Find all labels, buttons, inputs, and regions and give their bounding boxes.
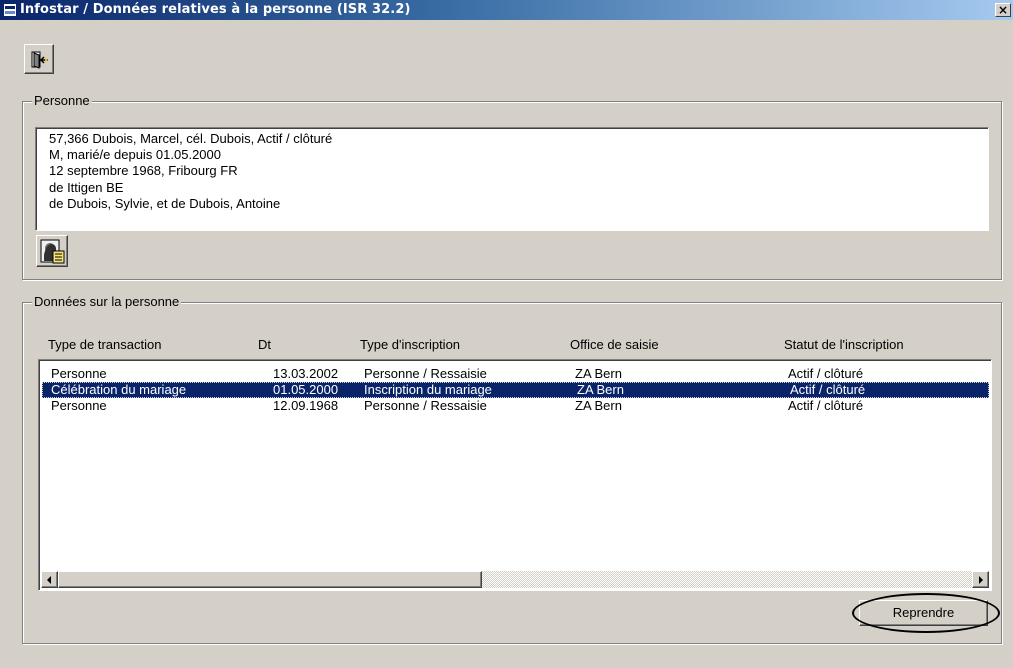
person-photo-icon [40, 239, 65, 264]
window-title: Infostar / Données relatives à la person… [20, 2, 411, 17]
cell-office-saisie: ZA Bern [575, 398, 622, 413]
arrow-right-icon [979, 576, 983, 584]
cell-office-saisie: ZA Bern [575, 366, 622, 381]
cell-dt: 01.05.2000 [273, 382, 339, 397]
cell-statut: Actif / clôturé [790, 382, 866, 397]
app-window-icon[interactable] [3, 3, 17, 17]
personne-line: M, marié/e depuis 01.05.2000 [49, 147, 221, 163]
table-row[interactable]: Personne 12.09.1968 Personne / Ressaisie… [42, 398, 989, 414]
cell-type-transaction: Célébration du mariage [51, 382, 187, 397]
column-header-type-inscription[interactable]: Type d'inscription [360, 337, 460, 352]
donnees-legend: Données sur la personne [32, 294, 182, 309]
horizontal-scrollbar[interactable] [41, 571, 989, 588]
cell-type-inscription: Inscription du mariage [364, 382, 492, 397]
cell-dt: 12.09.1968 [273, 398, 339, 413]
personne-line: 12 septembre 1968, Fribourg FR [49, 163, 238, 179]
personne-info-box[interactable]: 57,366 Dubois, Marcel, cél. Dubois, Acti… [35, 127, 989, 231]
column-header-type-transaction[interactable]: Type de transaction [48, 337, 161, 352]
exit-button[interactable] [24, 44, 54, 74]
person-photo-button[interactable] [36, 235, 68, 267]
personne-legend: Personne [32, 93, 92, 108]
table-row-selected[interactable]: Célébration du mariage 01.05.2000 Inscri… [42, 382, 989, 398]
close-button[interactable]: × [995, 3, 1011, 17]
cell-office-saisie: ZA Bern [577, 382, 624, 397]
arrow-left-icon [47, 576, 51, 584]
cell-type-inscription: Personne / Ressaisie [364, 398, 487, 413]
personne-line: de Dubois, Sylvie, et de Dubois, Antoine [49, 195, 281, 211]
cell-statut: Actif / clôturé [788, 398, 864, 413]
cell-dt: 13.03.2002 [273, 366, 339, 381]
table-row[interactable]: Personne 13.03.2002 Personne / Ressaisie… [42, 366, 989, 382]
column-header-statut[interactable]: Statut de l'inscription [784, 337, 904, 352]
personne-line: 57,366 Dubois, Marcel, cél. Dubois, Acti… [49, 131, 333, 146]
exit-door-icon [31, 51, 48, 69]
column-header-dt[interactable]: Dt [258, 337, 271, 352]
transactions-list[interactable]: Personne 13.03.2002 Personne / Ressaisie… [38, 359, 992, 591]
title-bar: Infostar / Données relatives à la person… [0, 0, 1013, 20]
scroll-right-button[interactable] [972, 571, 989, 588]
personne-line: de Ittigen BE [49, 179, 124, 195]
cell-type-transaction: Personne [51, 398, 107, 413]
scroll-thumb[interactable] [58, 571, 482, 588]
cell-statut: Actif / clôturé [788, 366, 864, 381]
scroll-left-button[interactable] [41, 571, 58, 588]
cell-type-transaction: Personne [51, 366, 107, 381]
reprendre-button[interactable]: Reprendre [859, 600, 988, 626]
cell-type-inscription: Personne / Ressaisie [364, 366, 487, 381]
column-header-office-saisie[interactable]: Office de saisie [570, 337, 659, 352]
